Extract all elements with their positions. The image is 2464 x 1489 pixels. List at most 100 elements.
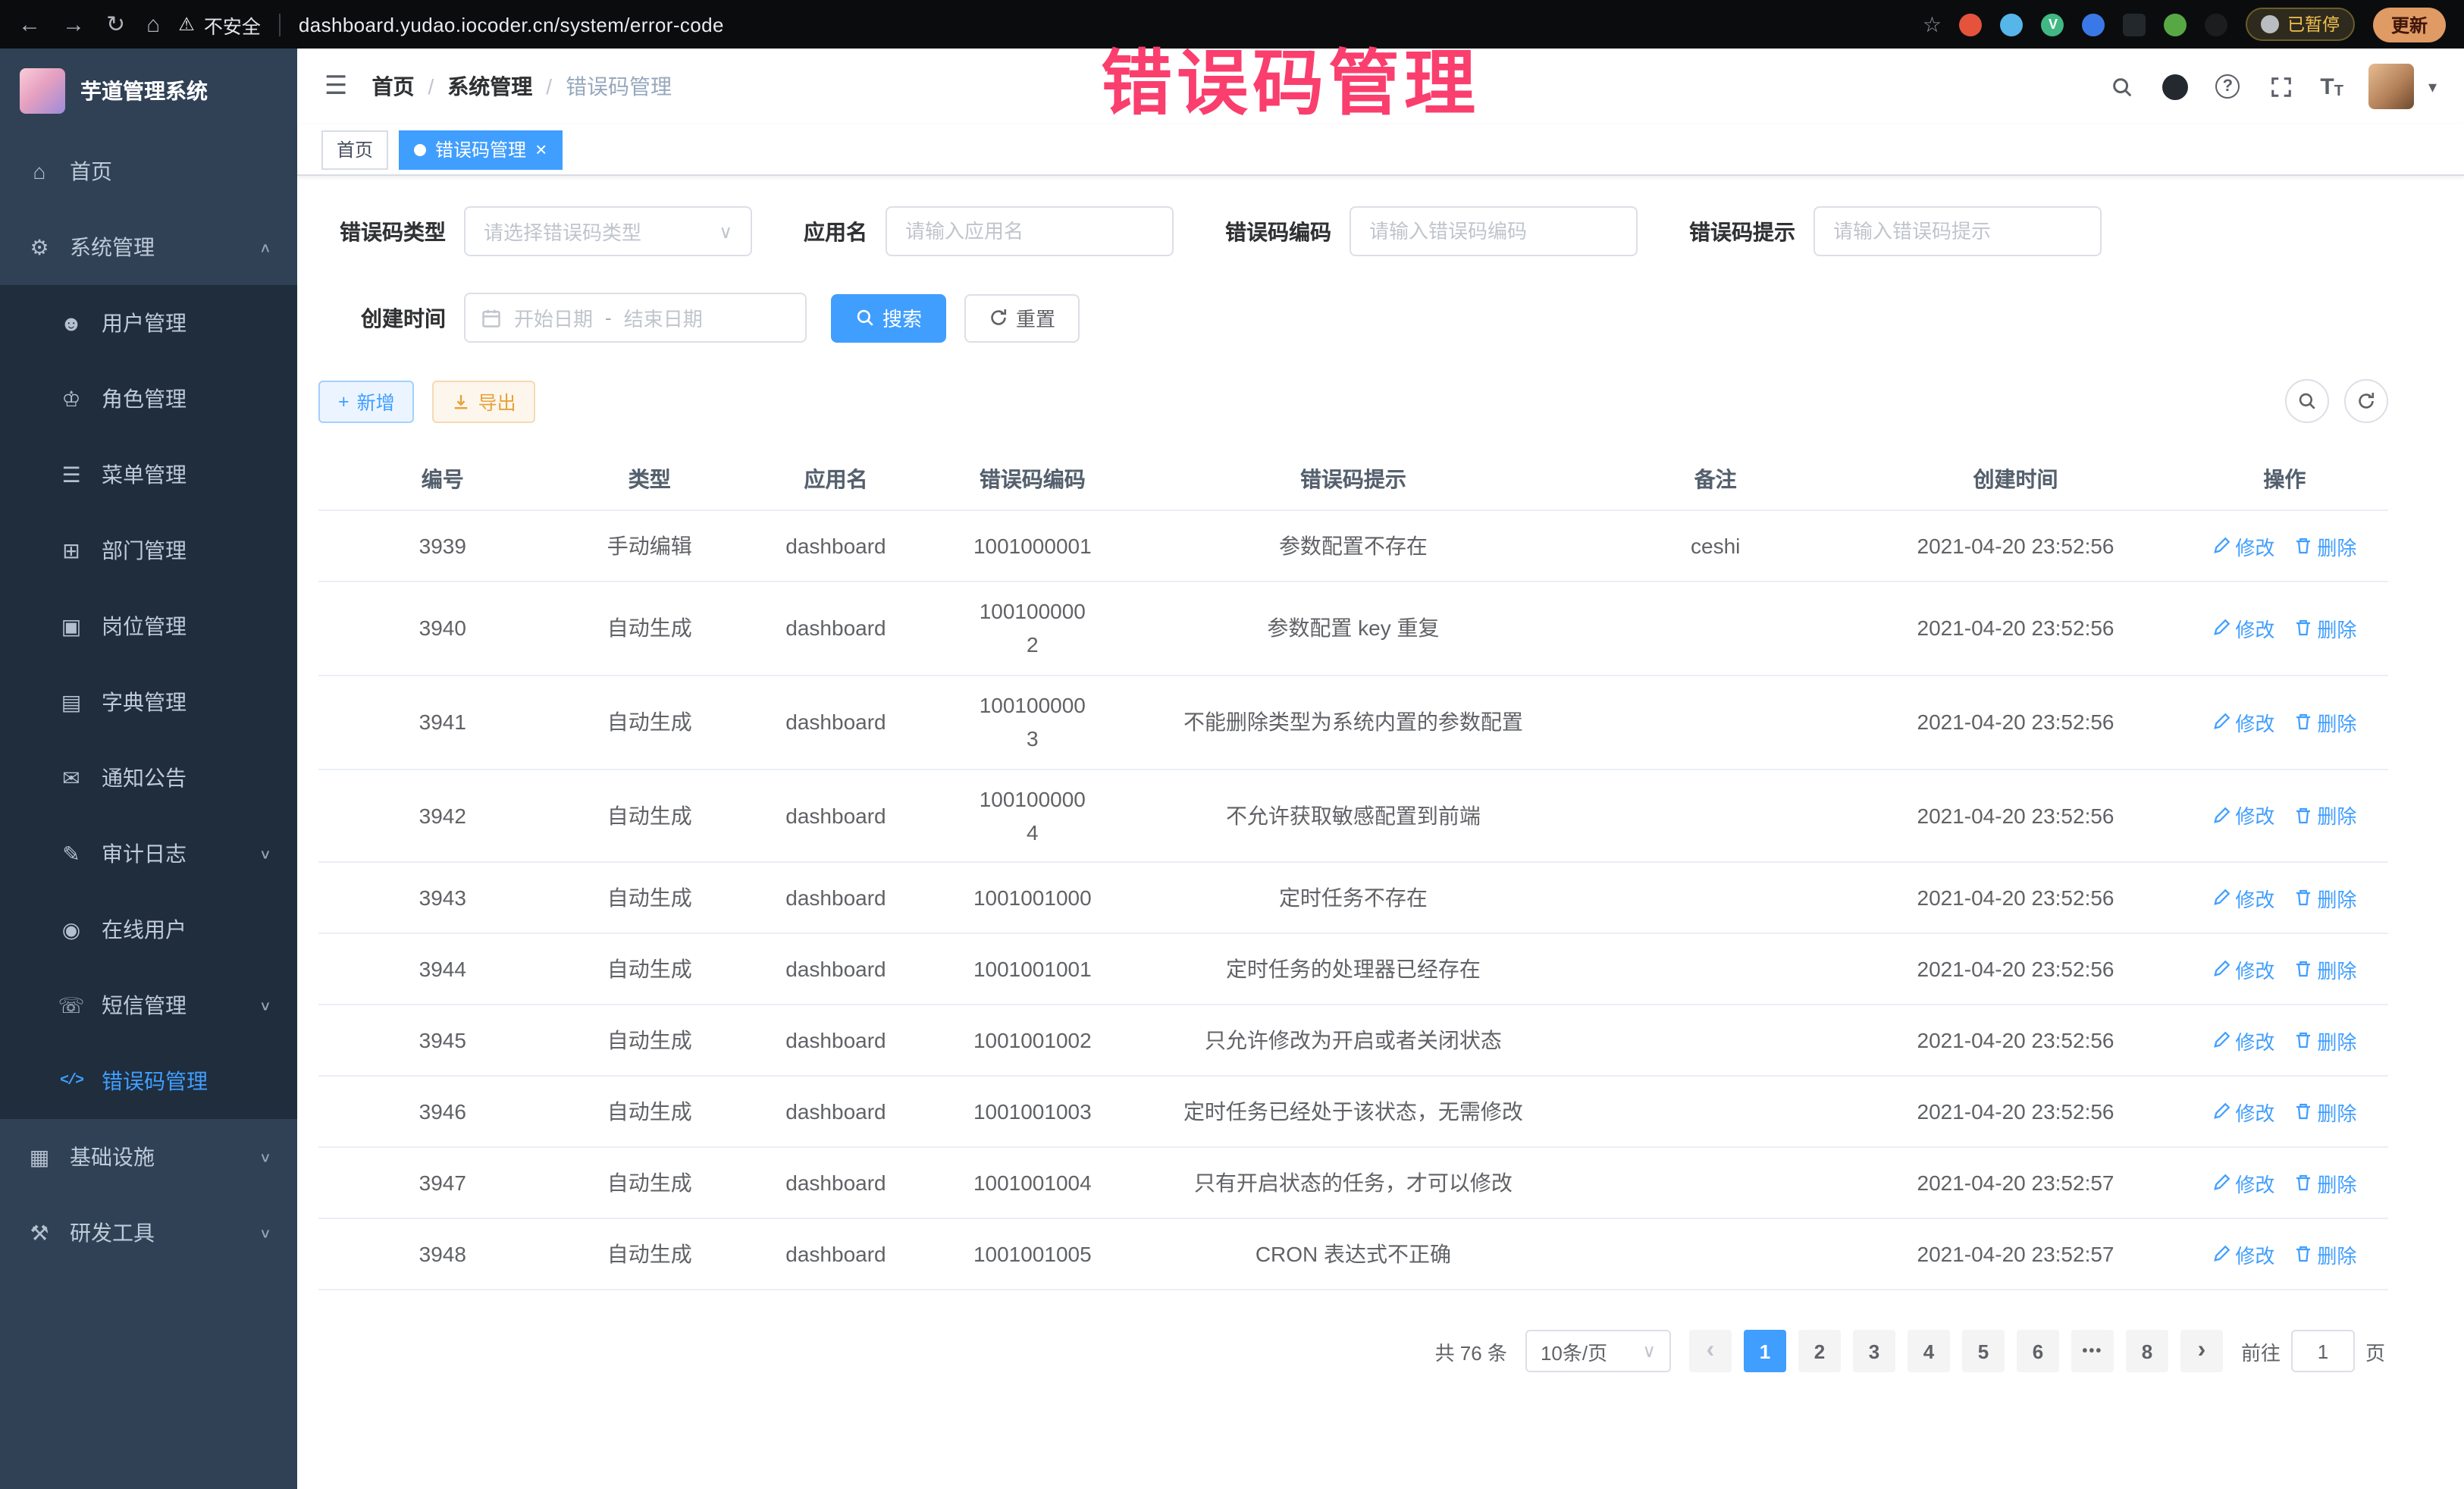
edit-link[interactable]: 修改 [2212,1169,2274,1198]
paused-badge[interactable]: 已暂停 [2246,8,2355,41]
fullscreen-icon[interactable] [2267,73,2294,100]
sidebar-item-dict-management[interactable]: ▤ 字典管理 [0,664,297,740]
delete-link[interactable]: 删除 [2294,884,2356,913]
edit-icon [2212,1174,2230,1193]
table-row: 3947 自动生成 dashboard 1001001004 只有开启状态的任务… [318,1149,2388,1220]
reload-icon[interactable]: ↻ [106,11,125,38]
edit-icon [2212,713,2230,731]
reset-button[interactable]: 重置 [964,293,1080,342]
help-icon[interactable]: ? [2214,73,2241,100]
delete-link[interactable]: 删除 [2294,531,2356,560]
app-logo[interactable]: 芋道管理系统 [0,49,297,133]
user-icon: ☻ [58,311,85,335]
app-name-input[interactable] [886,206,1174,256]
edit-link[interactable]: 修改 [2212,801,2274,830]
edit-link[interactable]: 修改 [2212,614,2274,643]
edit-link[interactable]: 修改 [2212,1240,2274,1269]
plus-icon: + [338,390,350,412]
sidebar-item-home[interactable]: ⌂ 首页 [0,133,297,209]
next-page-button[interactable]: › [2180,1331,2223,1373]
delete-link[interactable]: 删除 [2294,1240,2356,1269]
edit-link[interactable]: 修改 [2212,884,2274,913]
sidebar-item-menu-management[interactable]: ☰ 菜单管理 [0,437,297,513]
table-row: 3939 手动编辑 dashboard 1001000001 参数配置不存在 c… [318,511,2388,582]
bookmark-star-icon[interactable]: ☆ [1923,11,1942,37]
github-icon[interactable] [2161,73,2188,100]
home-icon[interactable]: ⌂ [146,11,160,37]
sidebar-item-sms-management[interactable]: ☏ 短信管理 ∨ [0,967,297,1043]
page-button-2[interactable]: 2 [1798,1331,1841,1373]
edit-icon [2212,807,2230,825]
more-pages-button[interactable]: ••• [2071,1331,2114,1373]
delete-link[interactable]: 删除 [2294,614,2356,643]
sidebar-item-dev-tools[interactable]: ⚒ 研发工具 ∨ [0,1195,297,1271]
refresh-table-button[interactable] [2344,379,2388,423]
update-button[interactable]: 更新 [2373,7,2446,42]
delete-link[interactable]: 删除 [2294,1098,2356,1127]
user-avatar[interactable] [2369,64,2415,109]
sidebar-item-error-code-management[interactable]: </> 错误码管理 [0,1043,297,1119]
extension-icon-5[interactable] [2165,13,2187,36]
delete-link[interactable]: 删除 [2294,707,2356,736]
extension-icon-6[interactable] [2205,13,2228,36]
prev-page-button[interactable]: ‹ [1689,1331,1732,1373]
extension-icon-4[interactable] [2124,13,2146,36]
font-size-icon[interactable]: TT [2320,74,2343,99]
edit-link[interactable]: 修改 [2212,955,2274,984]
edit-icon [2212,1032,2230,1050]
tab-close-icon[interactable]: × [535,139,547,159]
tools-icon: ⚒ [26,1220,53,1246]
delete-link[interactable]: 删除 [2294,801,2356,830]
edit-link[interactable]: 修改 [2212,707,2274,736]
delete-link[interactable]: 删除 [2294,1027,2356,1055]
edit-link[interactable]: 修改 [2212,531,2274,560]
error-type-select[interactable]: 请选择错误码类型 ∨ [464,206,752,256]
delete-link[interactable]: 删除 [2294,955,2356,984]
avatar-caret-icon[interactable]: ▾ [2428,77,2437,96]
page-size-select[interactable]: 10条/页 ∨ [1525,1331,1671,1373]
sidebar-item-notice[interactable]: ✉ 通知公告 [0,740,297,816]
sidebar-toggle-icon[interactable]: ☰ [324,71,348,102]
sidebar-item-dept-management[interactable]: ⊞ 部门管理 [0,513,297,588]
security-warning[interactable]: ⚠ 不安全 [178,10,261,39]
sidebar-item-user-management[interactable]: ☻ 用户管理 [0,285,297,361]
page-button-1[interactable]: 1 [1744,1331,1786,1373]
sidebar-item-online-users[interactable]: ◉ 在线用户 [0,892,297,967]
page-button-5[interactable]: 5 [1962,1331,2005,1373]
goto-page-input[interactable] [2291,1331,2355,1373]
sidebar-item-audit-log[interactable]: ✎ 审计日志 ∨ [0,816,297,892]
breadcrumb-system[interactable]: 系统管理 [447,71,532,102]
pagination: 共 76 条 10条/页 ∨ ‹ 1 2 3 4 5 6 ••• 8 [318,1331,2385,1373]
search-button[interactable]: 搜索 [831,293,946,342]
edit-link[interactable]: 修改 [2212,1098,2274,1127]
tab-error-code-management[interactable]: 错误码管理 × [399,130,562,169]
date-range-picker[interactable]: 开始日期 - 结束日期 [464,293,807,343]
edit-link[interactable]: 修改 [2212,1027,2274,1055]
page-button-8[interactable]: 8 [2126,1331,2168,1373]
header-search-icon[interactable] [2108,73,2135,100]
vue-devtools-icon[interactable]: V [2042,13,2064,36]
error-msg-input[interactable] [1814,206,2102,256]
url-bar[interactable]: dashboard.yudao.iocoder.cn/system/error-… [299,13,724,36]
breadcrumb: 首页 / 系统管理 / 错误码管理 [372,71,672,102]
toggle-search-button[interactable] [2285,379,2329,423]
forward-icon[interactable]: → [62,11,85,37]
page-button-6[interactable]: 6 [2017,1331,2059,1373]
sidebar-item-role-management[interactable]: ♔ 角色管理 [0,361,297,437]
sidebar: 芋道管理系统 ⌂ 首页 ⚙ 系统管理 ∧ ☻ 用户管理 [0,49,297,1489]
extension-icon-1[interactable] [1960,13,1983,36]
add-button[interactable]: + 新增 [318,380,415,422]
page-button-3[interactable]: 3 [1853,1331,1895,1373]
sidebar-item-system-management[interactable]: ⚙ 系统管理 ∧ [0,209,297,285]
extension-icon-3[interactable] [2083,13,2105,36]
tab-home[interactable]: 首页 [321,130,388,169]
extension-icon-2[interactable] [2001,13,2024,36]
sidebar-item-post-management[interactable]: ▣ 岗位管理 [0,588,297,664]
sidebar-item-infrastructure[interactable]: ▦ 基础设施 ∨ [0,1119,297,1195]
back-icon[interactable]: ← [18,11,41,37]
page-button-4[interactable]: 4 [1908,1331,1950,1373]
delete-link[interactable]: 删除 [2294,1169,2356,1198]
error-code-input[interactable] [1350,206,1638,256]
breadcrumb-home[interactable]: 首页 [372,71,415,102]
export-button[interactable]: 导出 [433,380,536,422]
